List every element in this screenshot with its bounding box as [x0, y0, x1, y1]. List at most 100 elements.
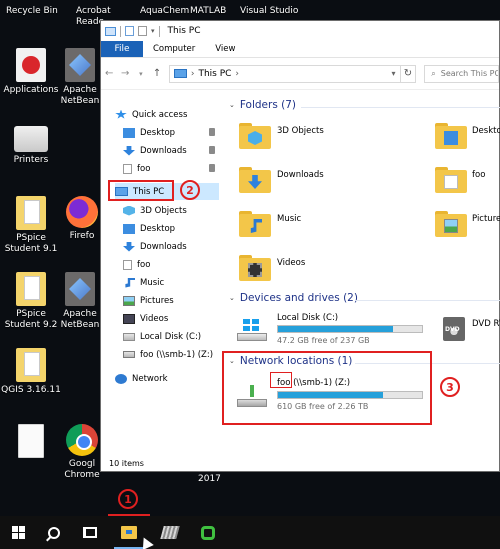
folder-icon — [435, 211, 467, 237]
desktop-icon-applications[interactable]: Applications — [0, 48, 62, 96]
desktop-year-text: 2017 — [198, 474, 221, 484]
search-input[interactable]: ⌕ Search This PC — [424, 64, 499, 83]
nav-item-label: Desktop — [140, 127, 176, 138]
nav-item-network-drive[interactable]: foo (\\smb-1) (Z:) — [123, 346, 213, 363]
search-button[interactable] — [36, 516, 72, 549]
group-header-folders[interactable]: ⌄ Folders (7) — [229, 99, 296, 111]
app-icon — [201, 525, 215, 540]
nav-item-foo-2[interactable]: foo — [123, 256, 150, 273]
desktop-icon-chrome[interactable]: Googl Chrome — [62, 424, 102, 481]
task-view-button[interactable] — [72, 516, 108, 549]
taskbar-app-button[interactable] — [152, 516, 188, 549]
file-icon — [18, 424, 44, 458]
folder-icon — [239, 123, 271, 149]
nav-item-network[interactable]: Network — [115, 370, 168, 387]
nav-item-label: Desktop — [140, 223, 176, 234]
desktop-icon-printers[interactable]: Printers — [0, 120, 62, 166]
pin-icon — [209, 164, 215, 172]
nav-item-label: foo (\\smb-1) (Z:) — [140, 349, 214, 360]
tab-computer[interactable]: Computer — [143, 41, 205, 57]
nav-item-videos[interactable]: Videos — [123, 310, 168, 327]
properties-icon[interactable] — [125, 26, 134, 36]
folder-label: foo — [472, 170, 486, 180]
drive-usage-fill — [278, 326, 394, 332]
forward-arrow-icon[interactable]: → — [121, 68, 129, 79]
hard-drive-icon — [237, 319, 267, 341]
pictures-icon — [123, 295, 135, 306]
nav-item-label: Downloads — [140, 145, 187, 156]
chevron-down-icon[interactable]: ⌄ — [229, 101, 235, 109]
nav-item-downloads-2[interactable]: Downloads — [123, 238, 187, 255]
start-button[interactable] — [0, 516, 36, 549]
nav-item-label: Local Disk (C:) — [140, 331, 202, 342]
refresh-icon[interactable]: ↻ — [400, 64, 417, 83]
desktop-top-labels: Recycle Bin Acrobat Reade AquaChem MATLA… — [0, 0, 500, 27]
breadcrumb-this-pc[interactable]: This PC — [198, 69, 231, 79]
taskbar — [0, 516, 500, 549]
chevron-down-icon[interactable]: ▾ — [151, 27, 155, 35]
ribbon-tabs: File Computer View — [101, 41, 499, 58]
file-icon — [123, 163, 132, 174]
taskbar-app-button-2[interactable] — [190, 516, 226, 549]
divider — [120, 25, 121, 37]
search-icon: ⌕ — [431, 68, 436, 78]
desktop-icon-firefox[interactable]: Firefo — [62, 196, 102, 242]
annotation-number-2: 2 — [180, 180, 200, 200]
desktop-icon-label[interactable]: Recycle Bin — [6, 6, 58, 16]
window-title: This PC — [167, 26, 201, 36]
annotation-number-3: 3 — [440, 377, 460, 397]
nav-item-3d-objects[interactable]: 3D Objects — [123, 202, 187, 219]
folder-icon — [239, 255, 271, 281]
this-pc-icon — [173, 69, 187, 78]
nav-item-pictures[interactable]: Pictures — [123, 292, 174, 309]
nav-item-music[interactable]: Music — [123, 274, 164, 291]
tab-view[interactable]: View — [205, 41, 245, 57]
desktop-icon-netbeans-2[interactable]: Apache NetBean — [56, 272, 104, 331]
group-header-devices[interactable]: ⌄ Devices and drives (2) — [229, 292, 358, 304]
desktop-icon-label: Firefo — [69, 231, 95, 241]
desktop-icon-label: QGIS 3.16.11 — [1, 385, 61, 395]
up-arrow-icon[interactable]: ↑ — [153, 68, 161, 79]
3d-objects-icon — [123, 205, 135, 216]
desktop-icon-label[interactable]: Acrobat — [76, 6, 111, 16]
music-icon — [125, 277, 135, 288]
desktop-icon-netbeans[interactable]: Apache NetBean — [56, 48, 104, 107]
tab-file[interactable]: File — [101, 41, 143, 57]
nav-item-quick-access[interactable]: Quick access — [115, 106, 187, 123]
folder-label: Videos — [277, 258, 306, 268]
download-icon — [123, 241, 135, 252]
nav-item-local-disk[interactable]: Local Disk (C:) — [123, 328, 201, 345]
breadcrumb-separator-icon[interactable]: › — [235, 69, 239, 79]
pdf-icon — [16, 48, 46, 82]
address-bar[interactable]: › This PC › ▾ — [168, 64, 401, 83]
desktop-icon-pspice-92[interactable]: PSpice Student 9.2 — [0, 272, 62, 331]
nav-item-label: foo — [137, 259, 151, 270]
annotation-box-foo — [270, 372, 292, 388]
desktop-icon-label[interactable]: MATLAB — [190, 6, 226, 16]
chevron-down-icon[interactable]: ▾ — [392, 69, 396, 78]
desktop-icon-label: Googl Chrome — [64, 459, 100, 480]
desktop-icon-label[interactable]: Visual Studio — [240, 6, 298, 16]
divider — [158, 25, 160, 37]
desktop-icon-blank-file[interactable] — [0, 424, 62, 461]
nav-item-foo[interactable]: foo — [123, 160, 215, 177]
title-bar[interactable]: ▾ This PC — [101, 21, 499, 41]
folder-icon — [239, 167, 271, 193]
folder-label: Desktop — [472, 126, 500, 136]
recent-chevron-icon[interactable]: ▾ — [137, 70, 145, 78]
annotation-number-1: 1 — [118, 489, 138, 509]
folder-icon — [435, 167, 467, 193]
desktop-icon-qgis[interactable]: QGIS 3.16.11 — [0, 348, 62, 396]
file-icon — [444, 175, 458, 189]
nav-item-desktop[interactable]: Desktop — [123, 124, 215, 141]
download-icon — [123, 145, 135, 156]
desktop-icon-pspice-91[interactable]: PSpice Student 9.1 — [0, 196, 62, 255]
desktop-icon-label[interactable]: AquaChem — [140, 6, 189, 16]
drive-usage-bar — [277, 325, 423, 333]
chevron-down-icon[interactable]: ⌄ — [229, 294, 235, 302]
back-arrow-icon[interactable]: ← — [105, 68, 113, 79]
nav-item-downloads[interactable]: Downloads — [123, 142, 215, 159]
nav-item-desktop-2[interactable]: Desktop — [123, 220, 175, 237]
desktop-icon — [444, 131, 458, 145]
new-folder-icon[interactable] — [138, 26, 147, 36]
